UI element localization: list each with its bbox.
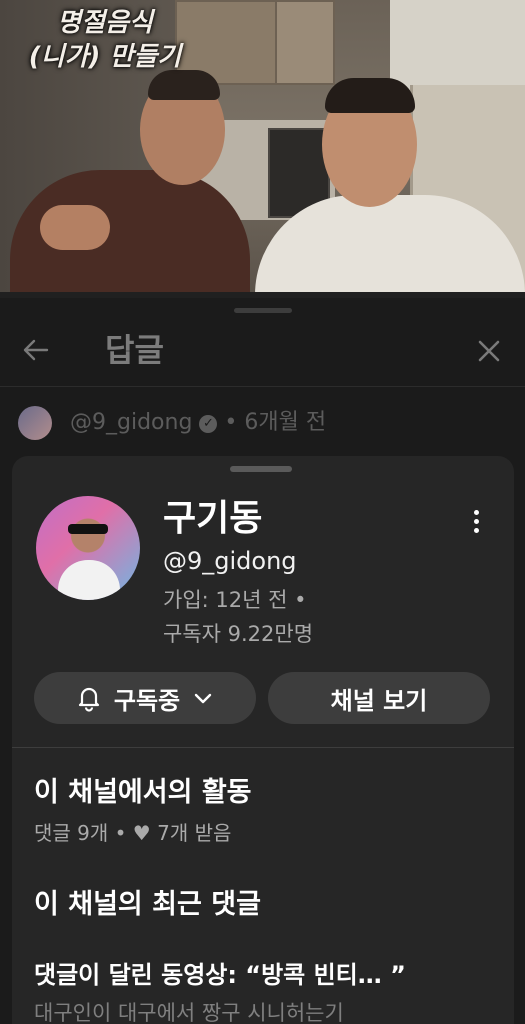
activity-title: 이 채널에서의 활동 (34, 777, 252, 808)
video-person-right-hair (325, 78, 415, 113)
chevron-down-icon (194, 693, 212, 704)
video-overlay-line1: 명절음식 (57, 8, 153, 38)
activity-stats: 댓글 9개 • ♥ 7개 받음 (34, 818, 231, 848)
comment-time: 6개월 전 (244, 410, 327, 435)
more-vertical-icon (473, 518, 479, 524)
comment-author[interactable]: @9_gidong (70, 410, 192, 435)
bell-icon (78, 687, 99, 712)
recent-comments-title: 이 채널의 최근 댓글 (34, 889, 261, 920)
close-icon (478, 340, 500, 362)
activity-comments: 댓글 9개 • (34, 821, 127, 845)
video-person-left-hair (148, 70, 220, 100)
arrow-left-icon (23, 339, 49, 361)
divider (12, 747, 514, 748)
video-player[interactable]: 명절음식 (니가) 만들기 (0, 0, 525, 296)
channel-subscriber-count: 구독자 9.22만명 (163, 622, 314, 646)
close-button[interactable] (470, 332, 508, 370)
subscribed-button-label: 구독중 (113, 686, 181, 715)
more-vertical-icon (473, 509, 479, 515)
channel-avatar[interactable] (36, 496, 140, 600)
channel-name: 구기동 (163, 498, 263, 539)
replies-title: 답글 (105, 331, 164, 369)
video-scene-cabinet (275, 0, 335, 85)
avatar-figure-glasses (68, 524, 108, 534)
channel-info-sheet: 구기동 @9_gidong 가입: 12년 전 • 구독자 9.22만명 구독중… (12, 456, 514, 1024)
video-overlay-line2: (니가) 만들기 (28, 42, 182, 72)
video-overlay-caption: 명절음식 (니가) 만들기 (10, 6, 200, 74)
verified-check-icon: ✓ (199, 415, 218, 433)
avatar-figure-body (58, 560, 120, 600)
view-channel-button[interactable]: 채널 보기 (268, 672, 490, 724)
subscribed-button[interactable]: 구독중 (34, 672, 256, 724)
divider (0, 386, 525, 387)
comment-snippet[interactable]: 대구인이 대구에서 짱구 시니허는기 (34, 998, 344, 1024)
more-vertical-icon (473, 527, 479, 533)
comment-meta: @9_gidong ✓ • 6개월 전 (70, 408, 326, 438)
channel-joined: 가입: 12년 전 • (163, 588, 307, 612)
video-person-left-hand (40, 205, 110, 250)
comment-separator: • (224, 410, 238, 435)
activity-likes: 7개 받음 (157, 821, 232, 845)
more-options-button[interactable] (464, 504, 488, 538)
drag-handle[interactable] (234, 308, 292, 313)
channel-handle: @9_gidong (163, 547, 297, 575)
heart-icon: ♥ (132, 821, 151, 845)
back-button[interactable] (18, 332, 54, 368)
commented-video-title[interactable]: 댓글이 달린 동영상: “방콕 빈티… ” (34, 958, 406, 992)
avatar[interactable] (18, 406, 52, 440)
sheet-drag-handle[interactable] (230, 466, 292, 472)
